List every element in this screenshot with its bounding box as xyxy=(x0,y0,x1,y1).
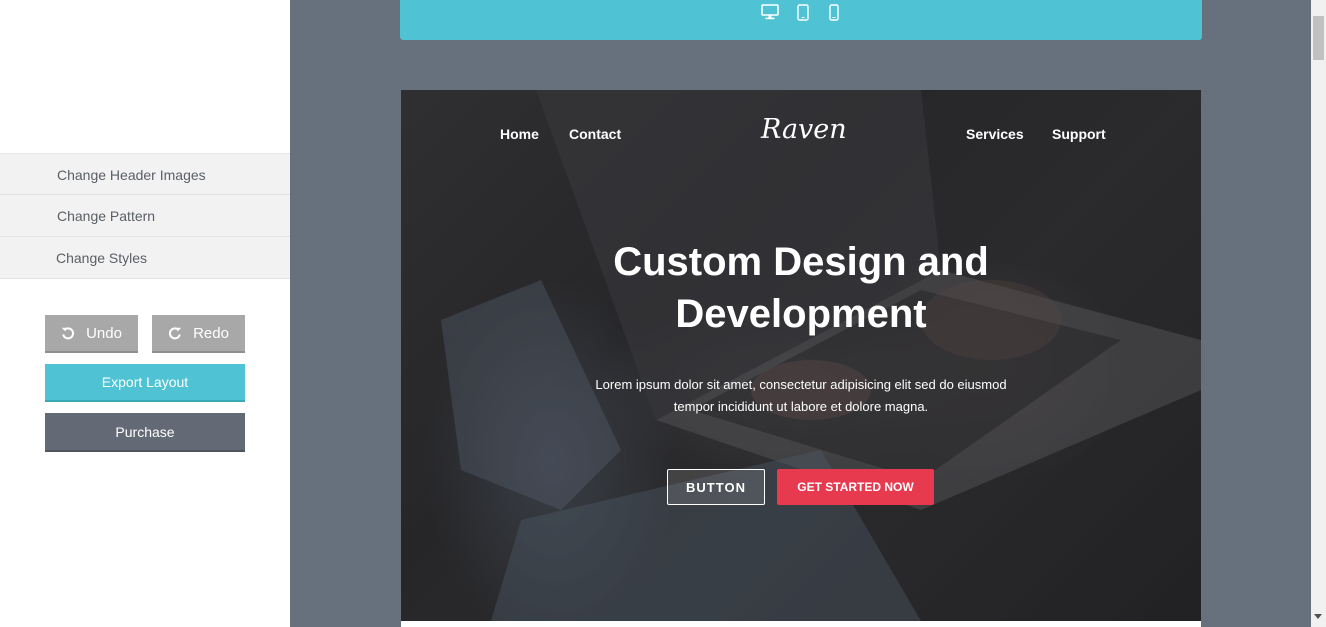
undo-icon xyxy=(61,326,75,340)
hero-subtext: Lorem ipsum dolor sit amet, consectetur … xyxy=(576,374,1026,418)
subtext-line-1: Lorem ipsum dolor sit amet, consectetur … xyxy=(595,377,1007,392)
headline-line-2: Development xyxy=(675,292,927,336)
hero-headline: Custom Design and Development xyxy=(551,236,1051,340)
export-layout-button[interactable]: Export Layout xyxy=(45,364,245,402)
builder-sidebar: Change Header Images Change Pattern Chan… xyxy=(0,0,290,627)
undo-button[interactable]: Undo xyxy=(45,315,138,353)
history-buttons: Undo Redo xyxy=(45,315,245,353)
undo-label: Undo xyxy=(86,324,122,342)
preview-area: Home Contact Raven Services Support Cust… xyxy=(290,0,1311,627)
nav-support-link[interactable]: Support xyxy=(1052,126,1106,142)
phone-icon[interactable] xyxy=(829,4,839,21)
scrollbar-thumb[interactable] xyxy=(1313,16,1324,60)
headline-line-1: Custom Design and xyxy=(613,240,989,284)
hero-outline-button[interactable]: BUTTON xyxy=(667,469,765,505)
redo-icon xyxy=(168,326,182,340)
hero-section: Home Contact Raven Services Support Cust… xyxy=(401,90,1201,621)
page-scrollbar[interactable] xyxy=(1311,0,1326,627)
subtext-line-2: tempor incididunt ut labore et dolore ma… xyxy=(673,399,929,414)
scroll-down-arrow-icon[interactable] xyxy=(1314,614,1322,619)
nav-services-link[interactable]: Services xyxy=(966,126,1024,142)
redo-label: Redo xyxy=(193,324,229,342)
menu-item-change-styles[interactable]: Change Styles xyxy=(0,237,290,279)
nav-home-link[interactable]: Home xyxy=(500,126,539,142)
raven-logo[interactable]: Raven xyxy=(761,114,847,145)
desktop-icon[interactable] xyxy=(761,4,779,20)
hero-background-image xyxy=(401,90,1201,621)
nav-contact-link[interactable]: Contact xyxy=(569,126,621,142)
get-started-button[interactable]: GET STARTED NOW xyxy=(777,469,934,505)
sidebar-menu: Change Header Images Change Pattern Chan… xyxy=(0,153,290,279)
next-section-edge xyxy=(401,621,1201,627)
tablet-icon[interactable] xyxy=(797,4,809,21)
device-toolbar xyxy=(400,0,1202,40)
menu-item-change-pattern[interactable]: Change Pattern xyxy=(0,195,290,237)
redo-button[interactable]: Redo xyxy=(152,315,245,353)
purchase-button[interactable]: Purchase xyxy=(45,413,245,452)
menu-item-change-header-images[interactable]: Change Header Images xyxy=(0,153,290,195)
